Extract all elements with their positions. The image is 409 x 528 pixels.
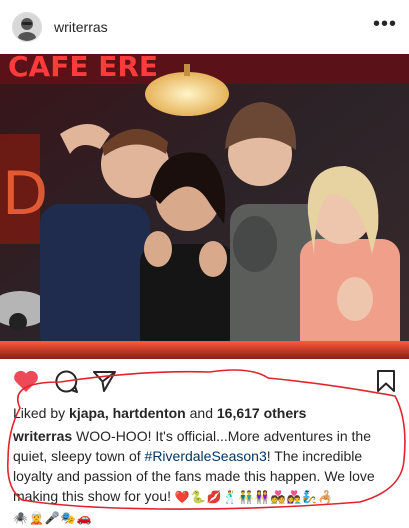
caption-hashtag[interactable]: #RiverdaleSeason3 [145, 448, 267, 464]
neon-sign-text: CAFE ERE [8, 54, 158, 83]
caption-emojis-line1: ❤️🐍💋🕺👬👭💑👩‍❤️‍👨🧞🦂 [174, 490, 335, 504]
bookmark-icon[interactable] [376, 369, 396, 398]
likes-line: Liked by kjapa, hartdenton and 16,617 ot… [13, 405, 306, 421]
share-icon[interactable] [92, 369, 117, 398]
likes-middle: and [185, 405, 217, 421]
avatar[interactable] [12, 12, 42, 42]
heart-icon[interactable] [13, 369, 39, 398]
liked-by-users[interactable]: kjapa, hartdenton [69, 405, 186, 421]
post-photo[interactable]: CAFE ERE D [0, 54, 409, 359]
avatar-icon [13, 13, 41, 41]
comment-icon[interactable] [54, 369, 79, 399]
caption-username[interactable]: writerras [13, 428, 72, 444]
photo-illustration: CAFE ERE D [0, 54, 409, 359]
action-bar [0, 365, 409, 399]
post-username[interactable]: writerras [54, 19, 373, 35]
caption-emojis-line2: 🕷️🧝🎤🎭🚗 [13, 511, 93, 525]
likes-count[interactable]: 16,617 others [217, 405, 307, 421]
more-icon[interactable]: ••• [373, 14, 397, 40]
post-caption: writerras WOO-HOO! It's official...More … [13, 426, 399, 528]
likes-prefix: Liked by [13, 405, 70, 421]
post-header: writerras ••• [0, 0, 409, 54]
